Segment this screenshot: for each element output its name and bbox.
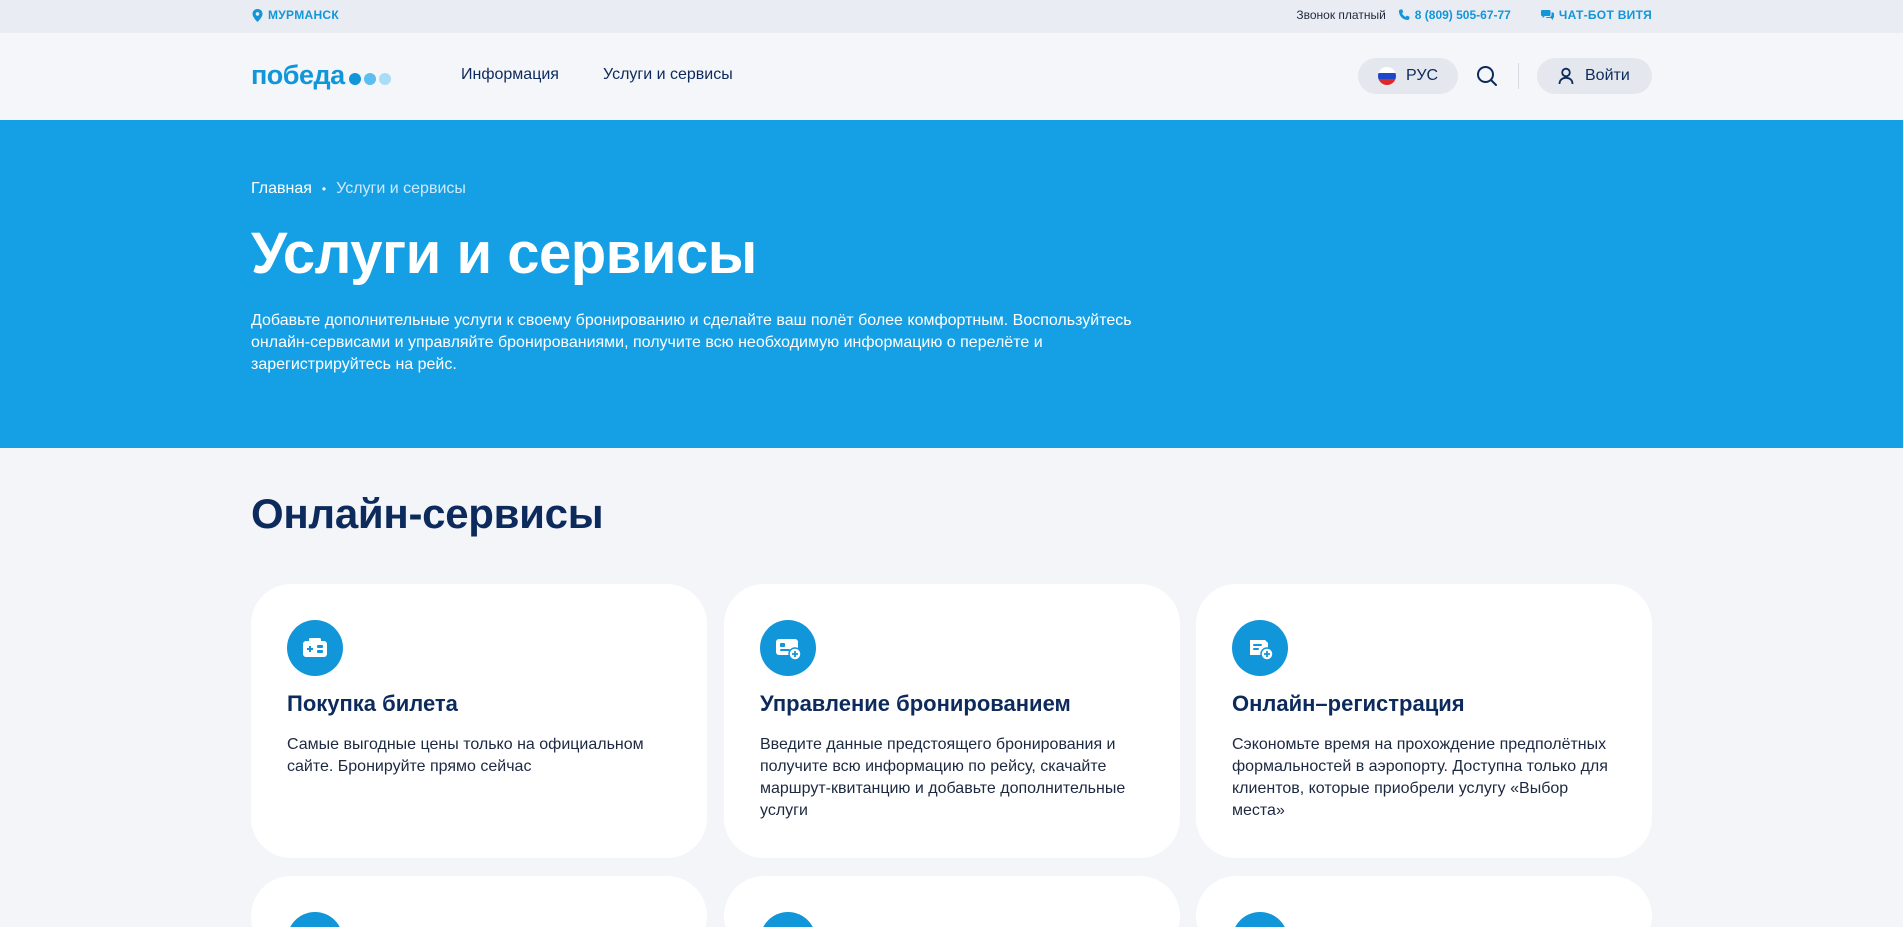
search-icon[interactable]	[1476, 65, 1498, 87]
login-label: Войти	[1585, 67, 1630, 84]
card-text: Сэкономьте время на прохождение предполё…	[1232, 736, 1608, 819]
logo-dots-icon	[348, 73, 391, 85]
russian-flag-icon	[1378, 67, 1396, 85]
login-button[interactable]: Войти	[1537, 58, 1652, 94]
city-selector[interactable]: МУРМАНСК	[252, 8, 339, 22]
service-icon	[1232, 912, 1288, 927]
ticket-icon	[287, 620, 343, 676]
card-text: Введите данные предстоящего бронирования…	[760, 736, 1126, 819]
chatbot-label: ЧАТ-БОТ ВИТЯ	[1558, 8, 1652, 22]
language-selector[interactable]: РУС	[1358, 58, 1458, 94]
service-card-online-checkin[interactable]: Онлайн–регистрация Сэкономьте время на п…	[1196, 584, 1652, 858]
phone-icon	[1398, 9, 1410, 20]
call-note: Звонок платный	[1296, 8, 1386, 22]
service-card-partial[interactable]	[1196, 876, 1652, 927]
service-icon	[760, 912, 816, 927]
breadcrumb-separator: •	[321, 182, 327, 196]
breadcrumb: Главная • Услуги и сервисы	[251, 180, 466, 198]
service-card-partial[interactable]	[251, 876, 707, 927]
user-icon	[1558, 67, 1574, 85]
chatbot-link[interactable]: ЧАТ-БОТ ВИТЯ	[1540, 8, 1652, 22]
service-card-partial[interactable]	[724, 876, 1180, 927]
section-title-online-services: Онлайн-сервисы	[251, 490, 604, 537]
location-pin-icon	[252, 8, 263, 22]
city-label: МУРМАНСК	[268, 8, 340, 22]
service-icon	[287, 912, 343, 927]
language-label: РУС	[1406, 67, 1439, 84]
breadcrumb-current: Услуги и сервисы	[336, 180, 466, 197]
logo[interactable]: победа	[251, 62, 391, 89]
chat-icon	[1540, 10, 1554, 20]
card-title: Онлайн–регистрация	[1232, 691, 1465, 716]
main-header: победа Информация Услуги и сервисы РУС В…	[0, 33, 1903, 120]
service-card-ticket-purchase[interactable]: Покупка билета Самые выгодные цены тольк…	[251, 584, 707, 858]
card-title: Покупка билета	[287, 691, 458, 716]
phone-link[interactable]: 8 (809) 505-67-77	[1398, 8, 1511, 22]
main-nav: Информация Услуги и сервисы	[461, 66, 733, 84]
phone-number: 8 (809) 505-67-77	[1414, 8, 1511, 22]
top-bar: МУРМАНСК Звонок платный 8 (809) 505-67-7…	[0, 0, 1903, 33]
logo-text: победа	[251, 60, 345, 90]
hero-section: Главная • Услуги и сервисы Услуги и серв…	[0, 120, 1903, 448]
header-divider	[1518, 63, 1519, 89]
breadcrumb-home[interactable]: Главная	[251, 180, 312, 198]
nav-item-information[interactable]: Информация	[461, 66, 559, 84]
service-card-manage-booking[interactable]: Управление бронированием Введите данные …	[724, 584, 1180, 858]
nav-item-services[interactable]: Услуги и сервисы	[603, 66, 733, 84]
card-title: Управление бронированием	[760, 691, 1071, 716]
card-text: Самые выгодные цены только на официально…	[287, 736, 644, 775]
page-title: Услуги и сервисы	[251, 221, 757, 286]
checkin-icon	[1232, 620, 1288, 676]
hero-description: Добавьте дополнительные услуги к своему …	[251, 312, 1132, 373]
booking-manage-icon	[760, 620, 816, 676]
